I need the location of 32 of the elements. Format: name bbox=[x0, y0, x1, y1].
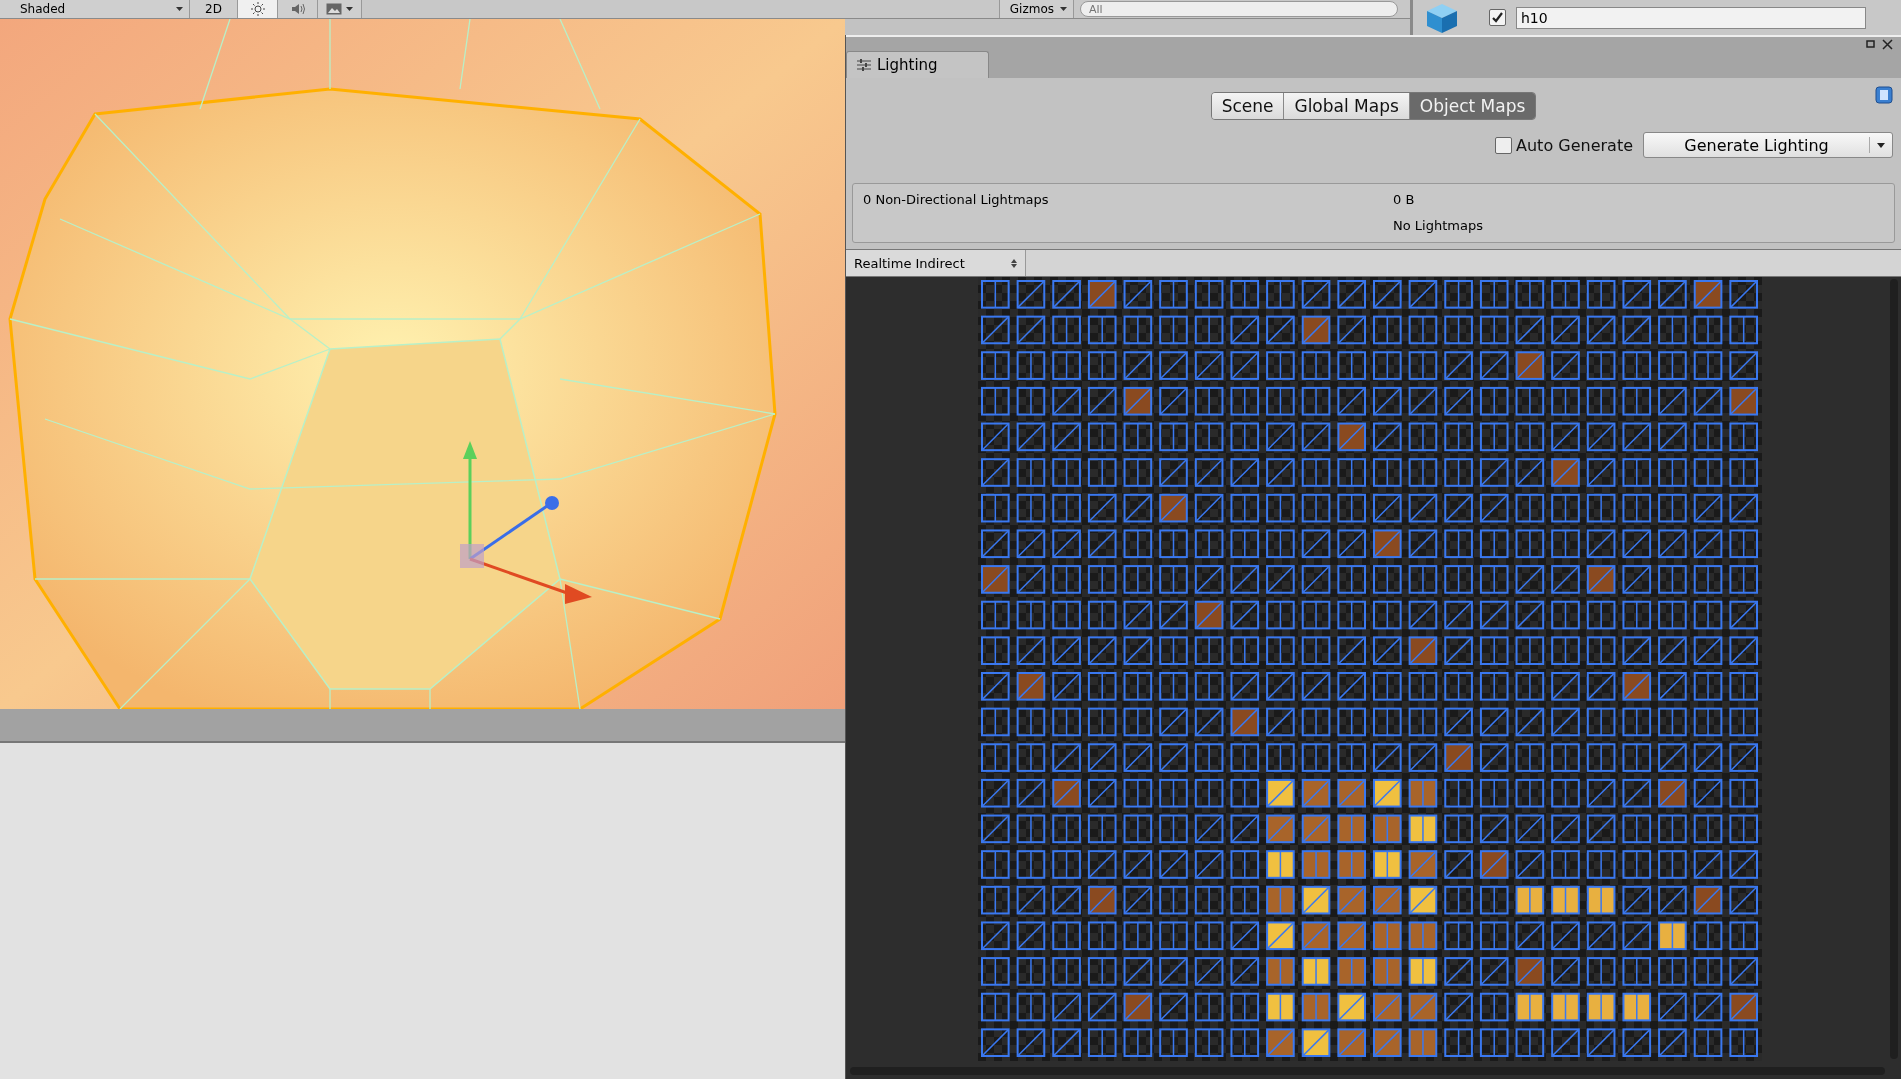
caret-icon bbox=[176, 7, 183, 11]
caret-icon bbox=[1877, 142, 1885, 148]
map-mode-tab[interactable]: Scene bbox=[1211, 93, 1285, 119]
sun-icon bbox=[250, 2, 265, 16]
map-mode-tab[interactable]: Global Maps bbox=[1284, 93, 1410, 119]
generate-lighting-button[interactable]: Generate Lighting bbox=[1643, 132, 1893, 158]
effects-toggle-button[interactable] bbox=[318, 0, 362, 18]
updown-icon bbox=[1011, 258, 1017, 268]
help-icon[interactable] bbox=[1875, 86, 1893, 104]
lightmaps-note: No Lightmaps bbox=[1393, 217, 1484, 233]
audio-toggle-button[interactable] bbox=[278, 0, 318, 18]
2d-toggle-button[interactable]: 2D bbox=[190, 0, 238, 18]
sliders-icon bbox=[857, 59, 871, 71]
shading-mode-dropdown[interactable]: Shaded bbox=[0, 0, 190, 18]
lighting-tab[interactable]: Lighting bbox=[846, 51, 989, 78]
lighting-toggle-button[interactable] bbox=[238, 0, 278, 18]
maximize-icon[interactable] bbox=[1866, 39, 1876, 49]
view-mode-dropdown[interactable]: Realtime Indirect bbox=[846, 250, 1026, 276]
search-field[interactable]: All bbox=[1080, 1, 1398, 17]
cube-icon bbox=[1425, 1, 1459, 34]
caret-icon bbox=[346, 7, 353, 11]
active-checkbox[interactable] bbox=[1489, 9, 1506, 26]
gizmos-dropdown[interactable]: Gizmos bbox=[998, 0, 1074, 18]
close-icon[interactable] bbox=[1882, 39, 1893, 50]
caret-icon bbox=[1060, 7, 1067, 11]
image-icon bbox=[326, 3, 342, 15]
lightmap-size-label: 0 B bbox=[1393, 191, 1416, 207]
map-mode-tab[interactable]: Object Maps bbox=[1409, 93, 1536, 119]
object-name-field[interactable]: h10 bbox=[1516, 6, 1866, 29]
speaker-icon bbox=[290, 3, 305, 15]
lightmap-count-label: 0 Non-Directional Lightmaps bbox=[863, 191, 1050, 207]
auto-generate-checkbox[interactable]: Auto Generate bbox=[1495, 135, 1633, 155]
